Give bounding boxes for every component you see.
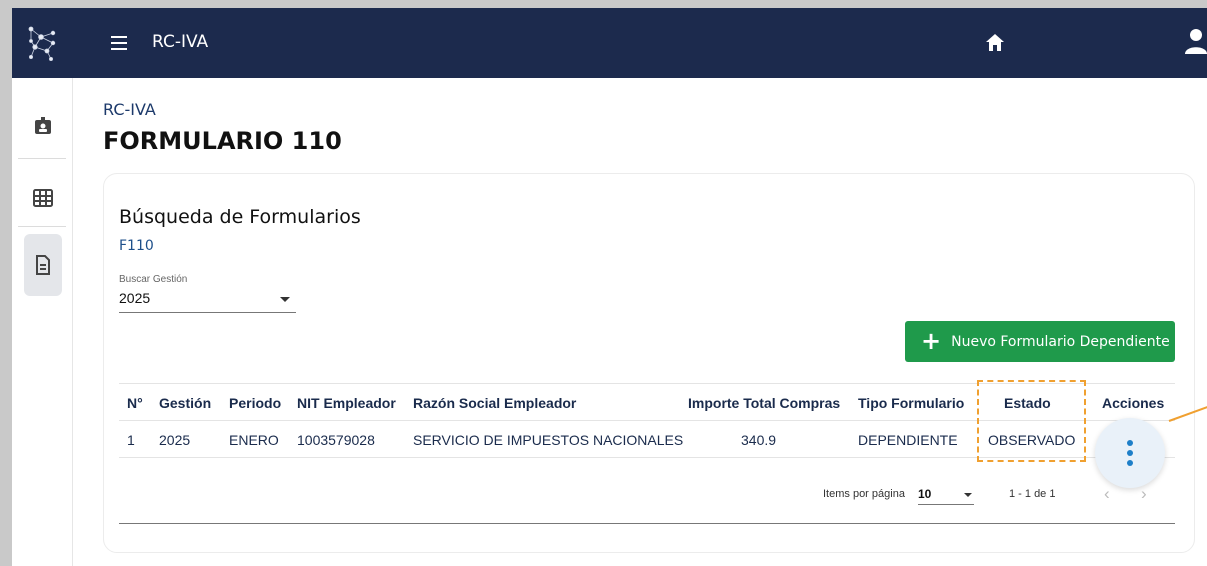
col-header-nit[interactable]: NIT Empleador — [297, 395, 396, 411]
cell-nit: 1003579028 — [297, 432, 375, 448]
user-icon[interactable] — [1184, 28, 1207, 54]
app-frame: RC-IVA RC-IVA FORMULARIO 110 Búsqueda de… — [12, 8, 1207, 566]
home-icon[interactable] — [984, 32, 1006, 54]
page-title: FORMULARIO 110 — [103, 127, 342, 155]
col-header-gestion[interactable]: Gestión — [159, 395, 211, 411]
forms-table: N° Gestión Periodo NIT Empleador Razón S… — [119, 383, 1175, 524]
dropdown-arrow-icon — [964, 493, 972, 497]
table-row[interactable]: 1 2025 ENERO 1003579028 SERVICIO DE IMPU… — [119, 421, 1175, 458]
col-header-estado[interactable]: Estado — [1004, 395, 1051, 411]
new-form-button[interactable]: + Nuevo Formulario Dependiente — [905, 321, 1175, 362]
hamburger-menu-icon[interactable] — [108, 31, 132, 55]
card-subtitle: F110 — [119, 238, 154, 254]
col-header-razon-social[interactable]: Razón Social Empleador — [413, 395, 576, 411]
new-form-button-label: Nuevo Formulario Dependiente — [951, 333, 1170, 350]
sidebar-divider — [18, 158, 66, 159]
app-title: RC-IVA — [152, 32, 209, 52]
gestion-select-label: Buscar Gestión — [119, 274, 188, 285]
more-vertical-icon[interactable] — [1095, 418, 1165, 488]
gestion-select-value: 2025 — [119, 290, 151, 306]
table-grid-icon[interactable] — [24, 178, 62, 218]
id-badge-icon[interactable] — [24, 106, 62, 146]
col-header-periodo[interactable]: Periodo — [229, 395, 281, 411]
col-header-importe[interactable]: Importe Total Compras — [688, 395, 840, 411]
col-header-no: N° — [127, 395, 143, 411]
items-per-page-label: Items por página — [823, 488, 905, 500]
cell-tipo: DEPENDIENTE — [858, 432, 958, 448]
col-header-acciones: Acciones — [1102, 395, 1165, 411]
card-title: Búsqueda de Formularios — [119, 206, 361, 228]
chevron-right-icon[interactable]: › — [1141, 484, 1147, 504]
breadcrumb: RC-IVA — [103, 100, 156, 119]
cell-periodo: ENERO — [229, 432, 279, 448]
gestion-select[interactable]: 2025 — [119, 289, 296, 313]
top-bar: RC-IVA — [12, 8, 1207, 78]
sidebar — [12, 78, 73, 566]
pagination: Items por página 10 1 - 1 de 1 ‹ › — [119, 481, 1175, 511]
dropdown-arrow-icon — [280, 297, 290, 302]
cell-importe: 340.9 — [741, 432, 777, 448]
chevron-left-icon[interactable]: ‹ — [1104, 484, 1110, 504]
search-card: Búsqueda de Formularios F110 Buscar Gest… — [103, 173, 1195, 553]
cell-gestion: 2025 — [159, 432, 191, 448]
plus-icon: + — [921, 326, 942, 355]
items-per-page-value: 10 — [918, 487, 932, 501]
items-per-page-select[interactable]: 10 — [918, 485, 974, 505]
pagination-range: 1 - 1 de 1 — [1009, 488, 1056, 500]
sidebar-divider — [18, 226, 66, 227]
cell-estado: OBSERVADO — [988, 432, 1076, 448]
cell-no: 1 — [127, 432, 135, 448]
table-header: N° Gestión Periodo NIT Empleador Razón S… — [119, 384, 1175, 421]
network-logo-icon[interactable] — [12, 8, 72, 78]
document-icon[interactable] — [24, 234, 62, 296]
col-header-tipo[interactable]: Tipo Formulario — [858, 395, 964, 411]
cell-razon-social: SERVICIO DE IMPUESTOS NACIONALES — [413, 432, 684, 448]
